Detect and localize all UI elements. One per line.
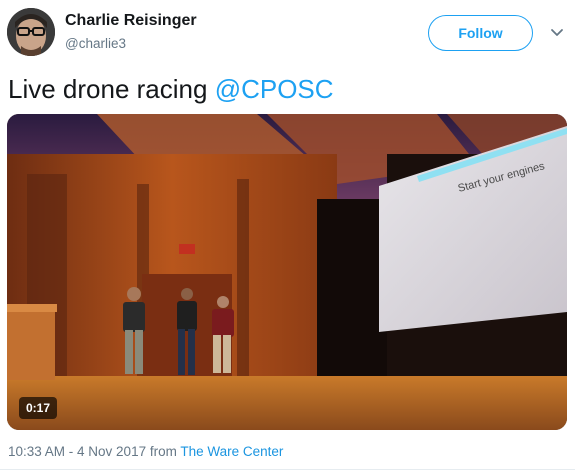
- timestamp[interactable]: 10:33 AM - 4 Nov 2017: [8, 444, 146, 459]
- video-player[interactable]: Start your engines 0:17: [7, 114, 567, 430]
- avatar-image: [7, 8, 55, 56]
- from-label: from: [146, 444, 181, 459]
- video-thumbnail: Start your engines: [7, 114, 567, 430]
- tweet-body: Live drone racing: [8, 74, 215, 104]
- author-name[interactable]: Charlie Reisinger: [65, 12, 197, 30]
- mention-link[interactable]: @CPOSC: [215, 74, 334, 104]
- tweet-meta: 10:33 AM - 4 Nov 2017 from The Ware Cent…: [8, 444, 283, 459]
- author-handle[interactable]: @charlie3: [65, 36, 126, 51]
- source-link[interactable]: The Ware Center: [180, 444, 283, 459]
- chevron-down-icon[interactable]: [549, 26, 565, 40]
- follow-button[interactable]: Follow: [428, 15, 533, 51]
- tweet-card: Charlie Reisinger @charlie3 Follow Live …: [0, 0, 575, 474]
- tweet-text: Live drone racing @CPOSC: [8, 74, 334, 105]
- divider: [0, 469, 575, 470]
- avatar[interactable]: [7, 8, 55, 56]
- video-duration-badge: 0:17: [19, 397, 58, 419]
